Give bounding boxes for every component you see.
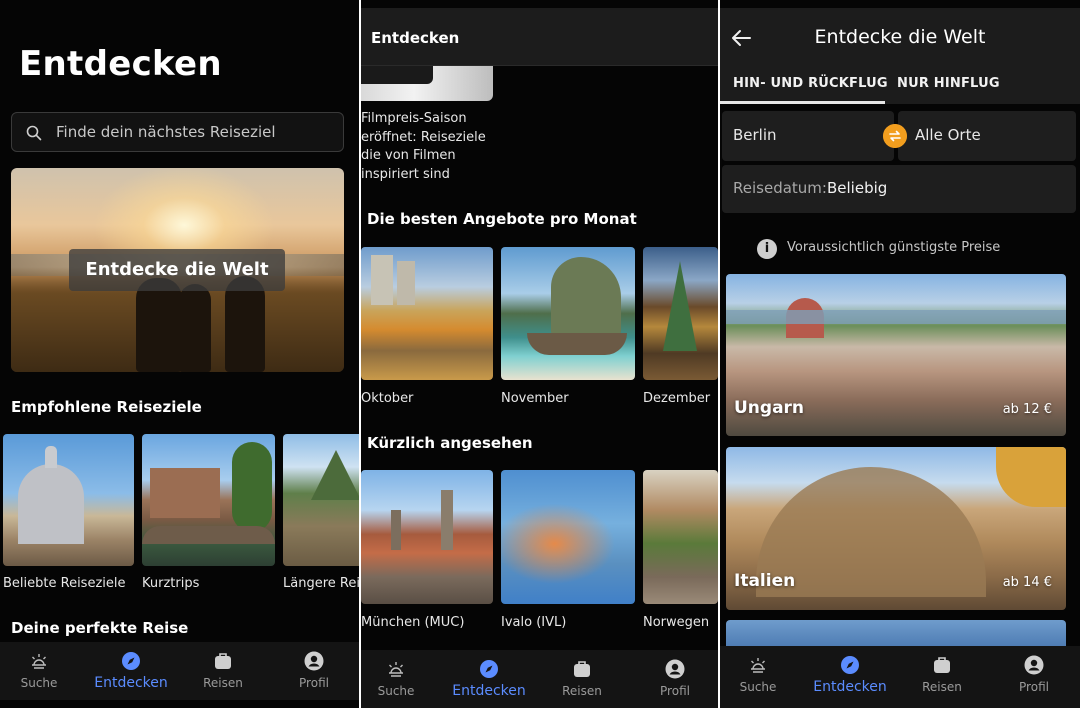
destination-field[interactable]: Alle Orte xyxy=(898,111,1076,161)
thumb-caption: Norwegen xyxy=(643,615,710,630)
destination-value: Alle Orte xyxy=(915,126,981,144)
explore-world-screen: Entdecke die Welt HIN- UND RÜCKFLUG NUR … xyxy=(720,0,1080,708)
sunrise-icon xyxy=(389,662,403,677)
nav-label: Profil xyxy=(299,676,329,690)
nav-item-entdecken[interactable]: Entdecken xyxy=(86,642,176,700)
nav-label: Reisen xyxy=(203,676,243,690)
thumb-caption: November xyxy=(501,391,569,406)
discover-screen: Entdecken Finde dein nächstes Reiseziel … xyxy=(0,0,359,708)
thumb-caption: Dezember xyxy=(643,391,711,406)
origin-value: Berlin xyxy=(733,126,777,144)
thumb-caption: Oktober xyxy=(361,391,414,406)
thumb-caption: Kurztrips xyxy=(142,576,200,591)
article-image[interactable] xyxy=(361,66,493,101)
nav-label: Suche xyxy=(20,676,58,690)
nav-label: Reisen xyxy=(922,680,962,694)
discover-scrolled-screen: Entdecken Filmpreis-Saison eröffnet: Rei… xyxy=(361,0,718,708)
nav-label: Profil xyxy=(1019,680,1049,694)
profile-icon xyxy=(665,659,685,679)
clapperboard xyxy=(361,66,433,84)
thumb-caption: Längere Rei xyxy=(283,576,359,591)
recent-thumb[interactable] xyxy=(643,470,718,604)
suitcase-icon xyxy=(215,653,231,669)
travel-date-value: Beliebig xyxy=(827,179,888,197)
origin-field[interactable]: Berlin xyxy=(722,111,894,161)
section-heading-monthly: Die besten Angebote pro Monat xyxy=(367,210,637,228)
thumb-caption: Ivalo (IVL) xyxy=(501,615,567,630)
header-bar: Entdecke die Welt xyxy=(720,8,1080,66)
compass-icon xyxy=(122,652,140,670)
nav-item-profil[interactable]: Profil xyxy=(630,650,718,708)
page-title: Entdecke die Welt xyxy=(814,26,986,48)
thumb-caption: Beliebte Reiseziele xyxy=(3,576,126,591)
nav-item-entdecken[interactable]: Entdecken xyxy=(444,650,534,708)
profile-icon xyxy=(304,651,324,671)
destination-thumb[interactable] xyxy=(283,434,359,566)
section-heading-perfect-trip: Deine perfekte Reise xyxy=(11,619,189,637)
sunrise-icon xyxy=(32,654,46,669)
destination-card-italy[interactable]: Italien ab 14 € xyxy=(726,447,1066,610)
bottom-navigation: Suche Entdecken Reisen Profil xyxy=(0,642,359,700)
nav-item-profil[interactable]: Profil xyxy=(989,646,1079,704)
header-title: Entdecken xyxy=(371,29,460,47)
tab-round-trip[interactable]: HIN- UND RÜCKFLUG xyxy=(733,76,888,91)
travel-date-label: Reisedatum: xyxy=(733,179,827,197)
nav-item-reisen[interactable]: Reisen xyxy=(537,650,627,708)
nav-item-entdecken[interactable]: Entdecken xyxy=(805,646,895,704)
search-icon xyxy=(26,125,42,141)
hero-label: Entdecke die Welt xyxy=(69,249,285,291)
sunrise-icon xyxy=(751,658,765,673)
section-heading-recommended: Empfohlene Reiseziele xyxy=(11,398,202,416)
nav-label: Suche xyxy=(739,680,777,694)
nav-item-suche[interactable]: Suche xyxy=(0,642,84,700)
hero-person xyxy=(179,284,211,372)
search-input[interactable]: Finde dein nächstes Reiseziel xyxy=(11,112,344,152)
bottom-navigation: Suche Entdecken Reisen Profil xyxy=(361,650,718,708)
nav-item-suche[interactable]: Suche xyxy=(720,646,803,704)
thumb-caption: München (MUC) xyxy=(361,615,465,630)
month-thumb[interactable] xyxy=(501,247,635,380)
profile-icon xyxy=(1024,655,1044,675)
nav-item-suche[interactable]: Suche xyxy=(361,650,441,708)
nav-item-profil[interactable]: Profil xyxy=(269,642,359,700)
recent-thumb[interactable] xyxy=(361,470,493,604)
recent-thumb[interactable] xyxy=(501,470,635,604)
compass-icon xyxy=(480,660,498,678)
nav-item-reisen[interactable]: Reisen xyxy=(178,642,268,700)
destination-price: ab 12 € xyxy=(1002,402,1052,417)
bottom-navigation: Suche Entdecken Reisen Profil xyxy=(720,646,1080,708)
nav-label: Entdecken xyxy=(452,683,526,699)
travel-date-field[interactable]: Reisedatum: Beliebig xyxy=(722,165,1076,213)
destination-thumb[interactable] xyxy=(3,434,134,566)
destination-thumb[interactable] xyxy=(142,434,275,566)
hero-card[interactable]: Entdecke die Welt xyxy=(11,168,344,372)
nav-label: Profil xyxy=(660,684,690,698)
destination-name: Ungarn xyxy=(734,398,805,418)
suitcase-icon xyxy=(574,661,590,677)
destination-name: Italien xyxy=(734,571,796,591)
tab-one-way[interactable]: NUR HINFLUG xyxy=(897,76,1000,91)
swap-icon[interactable] xyxy=(883,124,907,148)
compass-icon xyxy=(841,656,859,674)
article-title[interactable]: Filmpreis-Saison eröffnet: Reiseziele di… xyxy=(361,110,501,184)
destination-card-hungary[interactable]: Ungarn ab 12 € xyxy=(726,274,1066,436)
suitcase-icon xyxy=(934,657,950,673)
info-icon[interactable]: i xyxy=(757,239,777,259)
nav-label: Entdecken xyxy=(94,675,168,691)
section-heading-recent: Kürzlich angesehen xyxy=(367,434,533,452)
price-info-text: Voraussichtlich günstigste Preise xyxy=(787,240,1001,255)
nav-label: Suche xyxy=(377,684,415,698)
trip-type-tabs: HIN- UND RÜCKFLUG NUR HINFLUG xyxy=(720,66,1080,104)
hero-person xyxy=(136,278,182,372)
page-title: Entdecken xyxy=(19,44,222,84)
active-tab-indicator xyxy=(720,101,885,104)
month-thumb[interactable] xyxy=(361,247,493,380)
search-placeholder: Finde dein nächstes Reiseziel xyxy=(56,123,276,141)
nav-label: Entdecken xyxy=(813,679,887,695)
nav-label: Reisen xyxy=(562,684,602,698)
header-bar: Entdecken xyxy=(361,8,718,66)
month-thumb[interactable] xyxy=(643,247,718,380)
destination-price: ab 14 € xyxy=(1002,575,1052,590)
nav-item-reisen[interactable]: Reisen xyxy=(897,646,987,704)
